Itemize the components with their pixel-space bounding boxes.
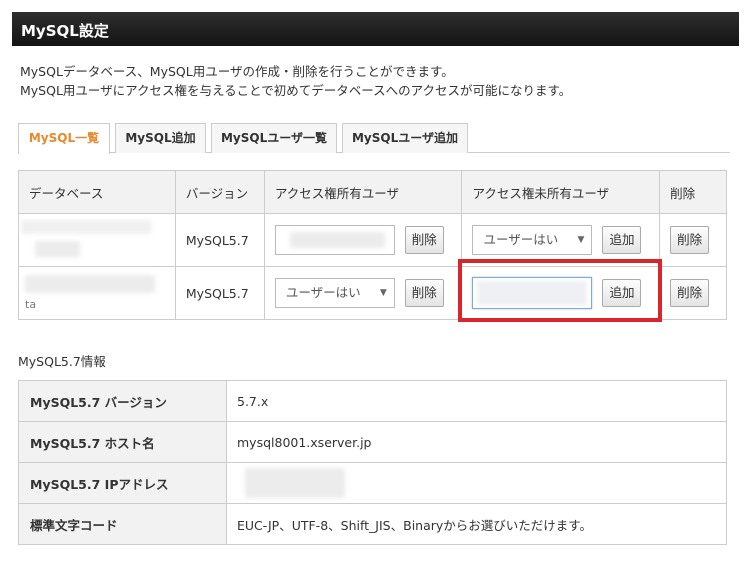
info-label-ip: MySQL5.7 IPアドレス	[18, 462, 227, 504]
redacted-database-name	[21, 220, 151, 234]
owner-users-cell: ユーザーはい ▼ 削除	[263, 266, 463, 320]
version-cell: MySQL5.7	[174, 266, 265, 320]
redacted-database-name	[25, 275, 155, 293]
owner-user-select[interactable]: ユーザーはい ▼	[274, 278, 395, 308]
column-header-delete: 削除	[659, 170, 727, 214]
tab-mysql-user-list[interactable]: MySQLユーザ一覧	[211, 123, 337, 153]
delete-cell: 削除	[659, 266, 727, 320]
select-value: ユーザーはい	[285, 285, 361, 300]
version-cell: MySQL5.7	[174, 213, 265, 267]
delete-database-button[interactable]: 削除	[670, 279, 710, 307]
info-value-version: 5.7.x	[226, 380, 727, 422]
owner-user-field[interactable]	[274, 225, 395, 255]
redacted-ip-address	[245, 468, 345, 498]
owner-users-cell: 削除	[263, 213, 463, 267]
info-row: 標準文字コード EUC-JP、UTF-8、Shift_JIS、Binaryからお…	[18, 503, 727, 545]
select-value: ユーザーはい	[483, 232, 559, 247]
column-header-non-owner-users: アクセス権未所有ユーザ	[461, 170, 661, 214]
remove-owner-button[interactable]: 削除	[404, 279, 444, 307]
database-name-suffix: ta	[25, 298, 37, 311]
intro-text: MySQLデータベース、MySQL用ユーザの作成・削除を行うことができます。 M…	[20, 62, 571, 100]
delete-cell: 削除	[659, 213, 727, 267]
non-owner-user-select[interactable]: ユーザーはい ▼	[472, 225, 593, 255]
info-value-charset: EUC-JP、UTF-8、Shift_JIS、Binaryからお選びいただけます…	[226, 503, 727, 545]
tab-bar: MySQL一覧 MySQL追加 MySQLユーザ一覧 MySQLユーザ追加	[18, 123, 730, 154]
tab-mysql-list[interactable]: MySQL一覧	[18, 123, 110, 154]
info-label-charset: 標準文字コード	[18, 503, 227, 545]
info-row: MySQL5.7 ホスト名 mysql8001.xserver.jp	[18, 421, 727, 463]
database-name-cell: ta	[18, 266, 176, 320]
info-row: MySQL5.7 バージョン 5.7.x	[18, 380, 727, 422]
info-row: MySQL5.7 IPアドレス	[18, 462, 727, 504]
redacted-user-name	[289, 232, 385, 248]
page-header: MySQL設定	[12, 12, 739, 46]
column-header-owner-users: アクセス権所有ユーザ	[263, 170, 463, 214]
database-name-cell	[18, 213, 176, 267]
tab-mysql-user-add[interactable]: MySQLユーザ追加	[342, 123, 468, 153]
info-value-ip	[226, 462, 727, 504]
redacted-database-name-part	[35, 241, 80, 257]
mysql-info-table: MySQL5.7 バージョン 5.7.x MySQL5.7 ホスト名 mysql…	[18, 380, 727, 545]
intro-line-1: MySQLデータベース、MySQL用ユーザの作成・削除を行うことができます。	[20, 64, 454, 79]
column-header-version: バージョン	[174, 170, 265, 214]
table-header-row: データベース バージョン アクセス権所有ユーザ アクセス権未所有ユーザ 削除	[18, 170, 727, 214]
intro-line-2: MySQL用ユーザにアクセス権を与えることで初めてデータベースへのアクセスが可能…	[20, 83, 572, 98]
tab-mysql-add[interactable]: MySQL追加	[115, 123, 206, 153]
info-value-host: mysql8001.xserver.jp	[226, 421, 727, 463]
highlight-box	[458, 259, 662, 322]
add-user-button[interactable]: 追加	[602, 226, 642, 254]
info-label-host: MySQL5.7 ホスト名	[18, 421, 227, 463]
delete-database-button[interactable]: 削除	[670, 226, 710, 254]
info-section-title: MySQL5.7情報	[18, 354, 106, 369]
chevron-down-icon: ▼	[577, 235, 585, 245]
page-title: MySQL設定	[21, 22, 109, 40]
info-label-version: MySQL5.7 バージョン	[18, 380, 227, 422]
remove-owner-button[interactable]: 削除	[404, 226, 444, 254]
chevron-down-icon: ▼	[379, 288, 387, 298]
column-header-database: データベース	[18, 170, 176, 214]
